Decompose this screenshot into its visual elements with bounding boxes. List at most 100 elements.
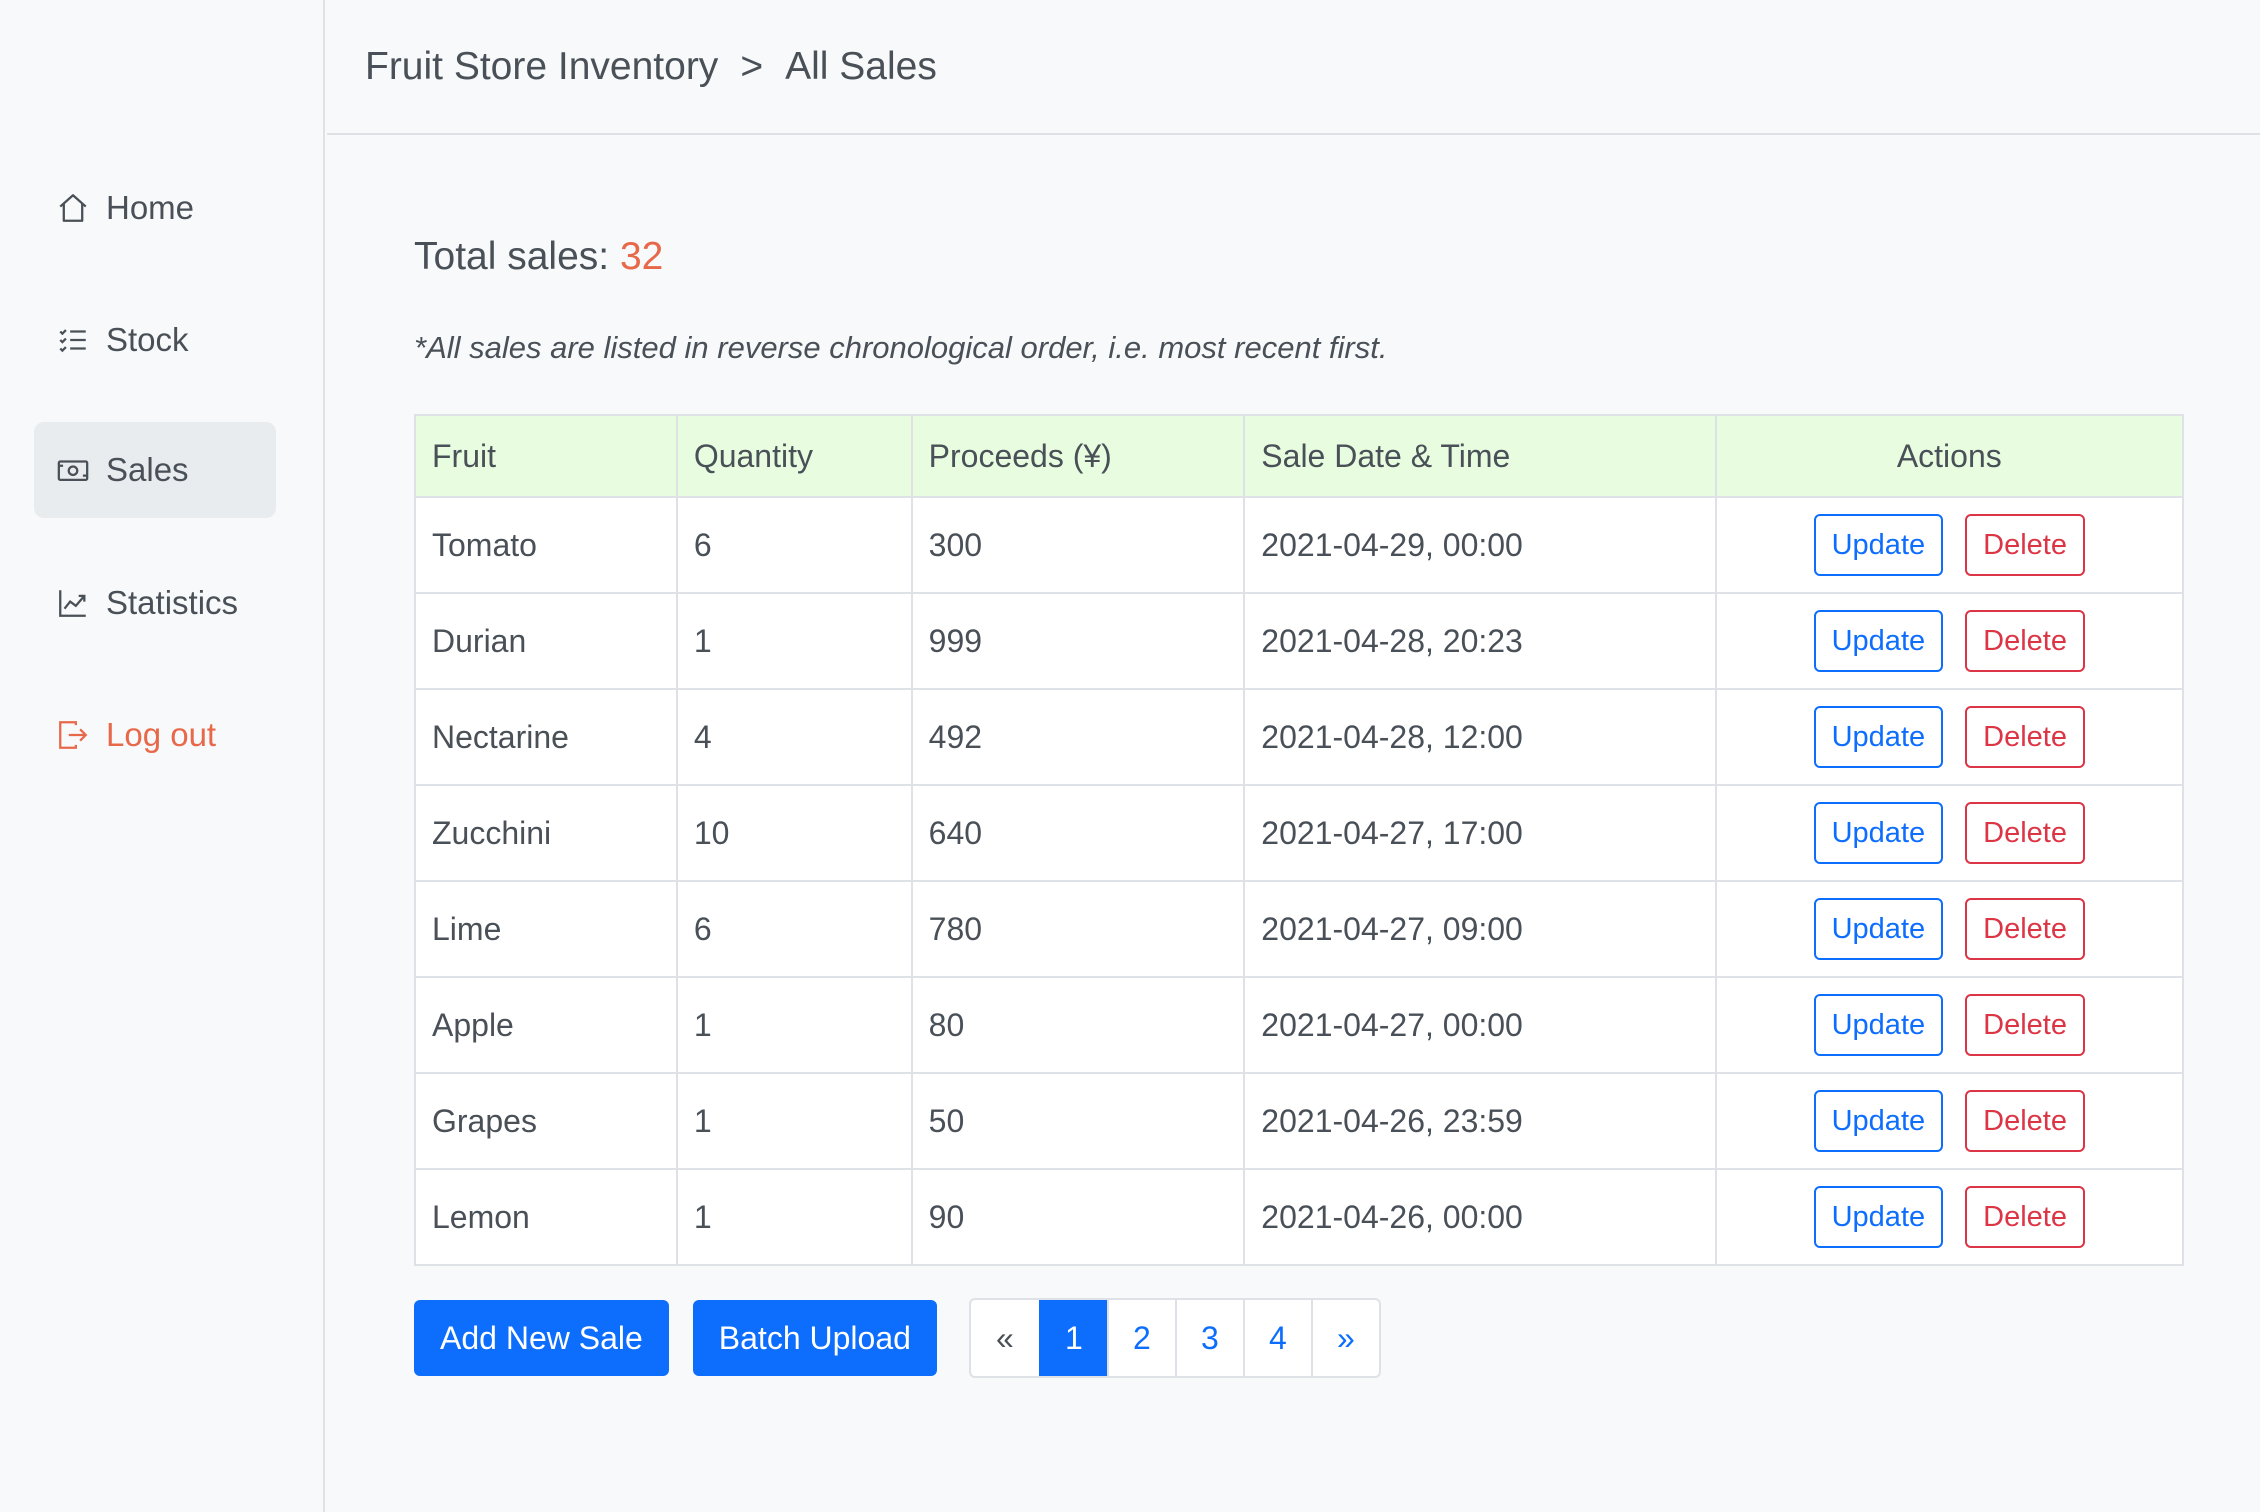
fruit-cell: Apple <box>414 976 678 1074</box>
column-header-quantity: Quantity <box>675 414 913 498</box>
actions-cell: Update Delete <box>1714 688 2185 786</box>
sidebar-item-sales[interactable]: Sales <box>34 422 276 518</box>
sort-note: *All sales are listed in reverse chronol… <box>414 330 1388 365</box>
proceeds-cell: 80 <box>910 976 1246 1074</box>
delete-button[interactable]: Delete <box>1965 898 2085 960</box>
actions-cell: Update Delete <box>1714 592 2185 690</box>
quantity-cell: 1 <box>675 1072 913 1170</box>
delete-button[interactable]: Delete <box>1965 1186 2085 1248</box>
table-row: Grapes 1 50 2021-04-26, 23:59 Update Delete <box>414 1072 2185 1170</box>
breadcrumb-current: All Sales <box>785 44 937 88</box>
proceeds-cell: 999 <box>910 592 1246 690</box>
sidebar-item-home[interactable]: Home <box>34 160 276 256</box>
column-header-fruit: Fruit <box>414 414 678 498</box>
page-button-3[interactable]: 3 <box>1174 1300 1243 1376</box>
fruit-cell: Lemon <box>414 1168 678 1266</box>
table-header-row: Fruit Quantity Proceeds (¥) Sale Date & … <box>414 414 2185 498</box>
sidebar-item-statistics[interactable]: Statistics <box>34 555 276 651</box>
actions-cell: Update Delete <box>1714 1168 2185 1266</box>
house-icon <box>56 191 90 225</box>
pagination: « 1 2 3 4 » <box>968 1298 1381 1378</box>
quantity-cell: 6 <box>675 496 913 594</box>
page-prev-button[interactable]: « <box>971 1300 1039 1376</box>
table-row: Nectarine 4 492 2021-04-28, 12:00 Update Dele… <box>414 688 2185 786</box>
quantity-cell: 10 <box>675 784 913 882</box>
table-row: Lime 6 780 2021-04-27, 09:00 Update Delete <box>414 880 2185 978</box>
delete-button[interactable]: Delete <box>1965 1090 2085 1152</box>
column-header-proceeds: Proceeds (¥) <box>910 414 1246 498</box>
fruit-cell: Durian <box>414 592 678 690</box>
datetime-cell: 2021-04-29, 00:00 <box>1243 496 1717 594</box>
quantity-cell: 4 <box>675 688 913 786</box>
fruit-cell: Lime <box>414 880 678 978</box>
datetime-cell: 2021-04-28, 20:23 <box>1243 592 1717 690</box>
sidebar-item-logout[interactable]: Log out <box>34 687 276 783</box>
add-new-sale-button[interactable]: Add New Sale <box>414 1300 669 1376</box>
update-button[interactable]: Update <box>1813 1090 1944 1152</box>
table-body: Tomato 6 300 2021-04-29, 00:00 Update Delete D… <box>414 496 2185 1266</box>
page-button-1[interactable]: 1 <box>1038 1300 1107 1376</box>
update-button[interactable]: Update <box>1813 610 1944 672</box>
proceeds-cell: 780 <box>910 880 1246 978</box>
quantity-cell: 1 <box>675 1168 913 1266</box>
fruit-cell: Grapes <box>414 1072 678 1170</box>
sidebar-item-label: Home <box>106 189 195 226</box>
quantity-cell: 6 <box>675 880 913 978</box>
delete-button[interactable]: Delete <box>1965 514 2085 576</box>
actions-cell: Update Delete <box>1714 496 2185 594</box>
delete-button[interactable]: Delete <box>1965 610 2085 672</box>
graph-icon <box>56 586 90 620</box>
datetime-cell: 2021-04-27, 09:00 <box>1243 880 1717 978</box>
page-button-2[interactable]: 2 <box>1106 1300 1175 1376</box>
quantity-cell: 1 <box>675 976 913 1074</box>
proceeds-cell: 300 <box>910 496 1246 594</box>
breadcrumb: Fruit Store Inventory > All Sales <box>327 0 2260 135</box>
update-button[interactable]: Update <box>1813 706 1944 768</box>
fruit-cell: Nectarine <box>414 688 678 786</box>
page-button-4[interactable]: 4 <box>1242 1300 1311 1376</box>
update-button[interactable]: Update <box>1813 802 1944 864</box>
fruit-cell: Tomato <box>414 496 678 594</box>
table-footer: Add New Sale Batch Upload « 1 2 3 4 » <box>414 1298 1381 1378</box>
table-row: Durian 1 999 2021-04-28, 20:23 Update Delete <box>414 592 2185 690</box>
update-button[interactable]: Update <box>1813 898 1944 960</box>
sidebar-item-label: Sales <box>106 451 189 488</box>
table-row: Zucchini 10 640 2021-04-27, 17:00 Update Dele… <box>414 784 2185 882</box>
delete-button[interactable]: Delete <box>1965 706 2085 768</box>
page-next-button[interactable]: » <box>1310 1300 1379 1376</box>
proceeds-cell: 90 <box>910 1168 1246 1266</box>
datetime-cell: 2021-04-26, 00:00 <box>1243 1168 1717 1266</box>
table-row: Apple 1 80 2021-04-27, 00:00 Update Delete <box>414 976 2185 1074</box>
cash-icon <box>56 453 90 487</box>
actions-cell: Update Delete <box>1714 880 2185 978</box>
batch-upload-button[interactable]: Batch Upload <box>692 1300 937 1376</box>
fruit-cell: Zucchini <box>414 784 678 882</box>
actions-cell: Update Delete <box>1714 976 2185 1074</box>
app: Home Stock Sales Statistics Log out Frui… <box>0 0 2260 1512</box>
sidebar-item-label: Stock <box>106 321 189 358</box>
sidebar-item-label: Statistics <box>106 584 239 621</box>
total-sales-count: 32 <box>619 235 664 278</box>
sales-table: Fruit Quantity Proceeds (¥) Sale Date & … <box>414 414 2185 1266</box>
proceeds-cell: 50 <box>910 1072 1246 1170</box>
actions-cell: Update Delete <box>1714 784 2185 882</box>
delete-button[interactable]: Delete <box>1965 994 2085 1056</box>
table-row: Tomato 6 300 2021-04-29, 00:00 Update Delete <box>414 496 2185 594</box>
sidebar-item-label: Log out <box>106 716 217 753</box>
list-icon <box>56 323 90 357</box>
logout-icon <box>56 718 90 752</box>
total-sales: Total sales: 32 <box>414 235 663 279</box>
proceeds-cell: 640 <box>910 784 1246 882</box>
delete-button[interactable]: Delete <box>1965 802 2085 864</box>
breadcrumb-root[interactable]: Fruit Store Inventory <box>365 45 718 89</box>
update-button[interactable]: Update <box>1813 1186 1944 1248</box>
sidebar-item-stock[interactable]: Stock <box>34 292 276 388</box>
update-button[interactable]: Update <box>1813 514 1944 576</box>
actions-cell: Update Delete <box>1714 1072 2185 1170</box>
sidebar: Home Stock Sales Statistics Log out <box>0 0 325 1512</box>
datetime-cell: 2021-04-26, 23:59 <box>1243 1072 1717 1170</box>
quantity-cell: 1 <box>675 592 913 690</box>
column-header-actions: Actions <box>1714 414 2185 498</box>
update-button[interactable]: Update <box>1813 994 1944 1056</box>
total-sales-label: Total sales: <box>414 235 610 278</box>
